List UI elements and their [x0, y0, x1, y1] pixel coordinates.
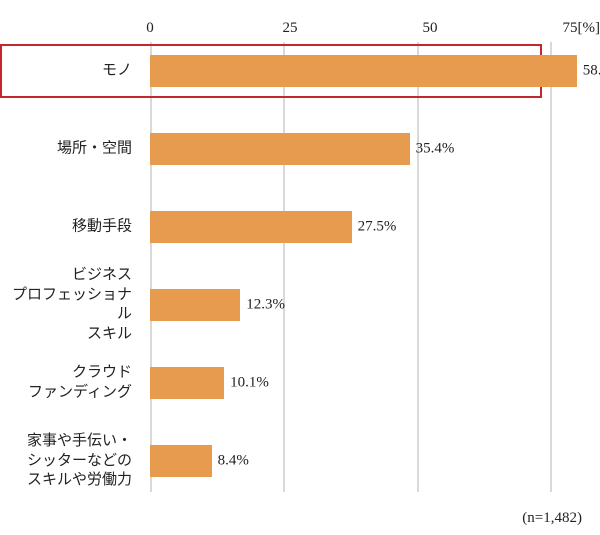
gridline [283, 42, 285, 492]
bar-row: 場所・空間 35.4% [0, 114, 550, 184]
bar: 10.1% [150, 367, 224, 399]
bar-row: クラウドファンディング 10.1% [0, 348, 550, 418]
category-label: モノ [0, 61, 140, 81]
x-tick: 25 [282, 20, 297, 37]
sample-size-note: (n=1,482) [522, 510, 582, 527]
x-tick: 0 [146, 20, 154, 37]
value-label: 58.2% [583, 63, 600, 80]
bar-row: ビジネスプロフェッショナルスキル 12.3% [0, 270, 550, 340]
x-tick: 75 [563, 20, 578, 37]
gridline [150, 42, 152, 492]
value-label: 10.1% [230, 375, 269, 392]
value-label: 27.5% [358, 219, 397, 236]
bar: 35.4% [150, 133, 410, 165]
bar-row: 移動手段 27.5% [0, 192, 550, 262]
category-label: 移動手段 [0, 217, 140, 237]
bar: 8.4% [150, 445, 212, 477]
gridline [550, 42, 552, 492]
bar-chart: 0 25 50 75 [%] モノ 58.2% 場所・空間 35.4% 移動手段 [0, 0, 600, 535]
plot-area: モノ 58.2% 場所・空間 35.4% 移動手段 27.5% ビジネスプロフェ… [150, 42, 550, 492]
value-label: 35.4% [416, 141, 455, 158]
bar-row: モノ 58.2% [0, 36, 550, 106]
bar-row: 家事や手伝い・シッターなどのスキルや労働力 8.4% [0, 426, 550, 496]
bar: 58.2% [150, 55, 577, 87]
x-axis-unit: [%] [578, 20, 600, 37]
category-label: 場所・空間 [0, 139, 140, 159]
gridline [417, 42, 419, 492]
value-label: 12.3% [246, 297, 285, 314]
bar: 12.3% [150, 289, 240, 321]
bar: 27.5% [150, 211, 352, 243]
category-label: ビジネスプロフェッショナルスキル [0, 266, 140, 344]
x-tick: 50 [422, 20, 437, 37]
category-label: クラウドファンディング [0, 364, 140, 403]
category-label: 家事や手伝い・シッターなどのスキルや労働力 [0, 432, 140, 491]
value-label: 8.4% [218, 453, 249, 470]
